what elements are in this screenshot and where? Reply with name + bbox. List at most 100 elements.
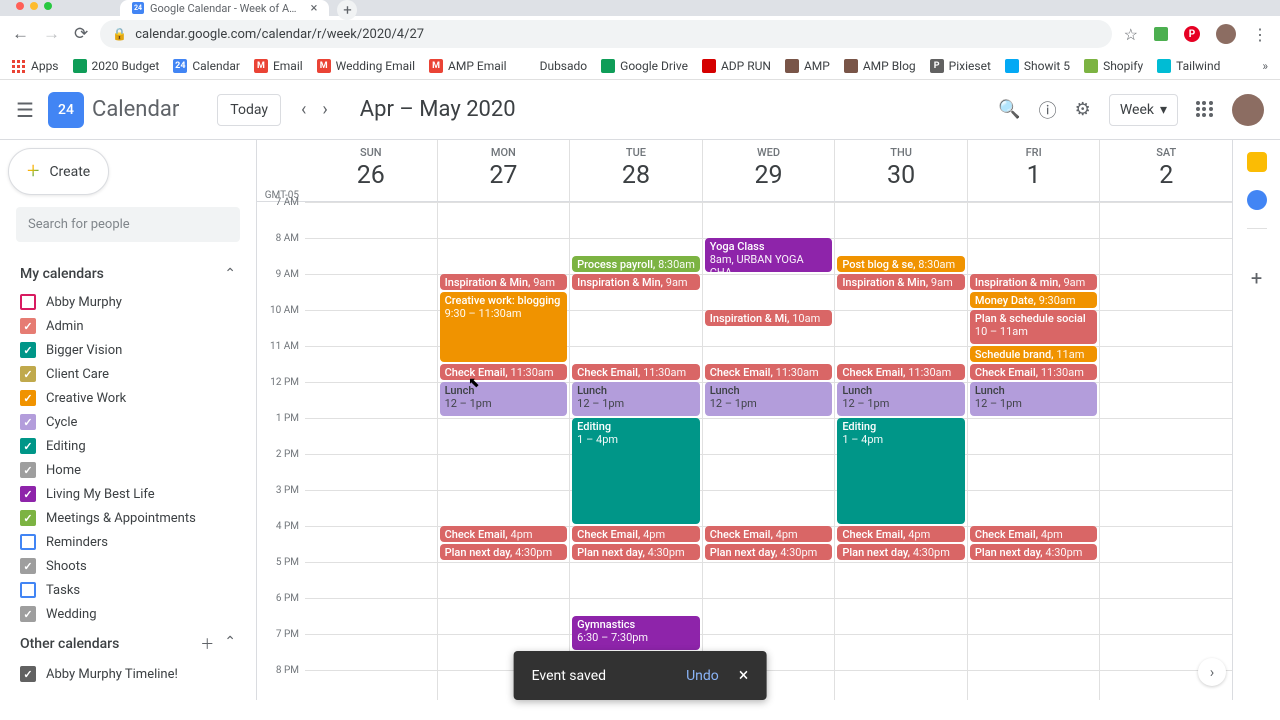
calendar-toggle[interactable]: Wedding (16, 602, 240, 626)
calendar-toggle[interactable]: Home (16, 458, 240, 482)
today-button[interactable]: Today (217, 94, 281, 126)
day-header[interactable]: WED29 (703, 140, 836, 201)
calendar-event[interactable]: Check Email, 11:30am (440, 364, 568, 380)
calendar-event[interactable]: Plan next day, 4:30pm (837, 544, 965, 560)
calendar-event[interactable]: Check Email, 4pm (837, 526, 965, 542)
extension-icon[interactable] (1154, 27, 1168, 41)
calendar-event[interactable]: Plan next day, 4:30pm (705, 544, 833, 560)
bookmark-item[interactable]: ADP RUN (702, 59, 771, 73)
calendar-event[interactable]: Lunch12 – 1pm (705, 382, 833, 416)
calendar-event[interactable]: Check Email, 11:30am (572, 364, 700, 380)
day-header[interactable]: THU30 (835, 140, 968, 201)
calendar-event[interactable]: Process payroll, 8:30am (572, 256, 700, 272)
back-icon[interactable]: ← (12, 24, 29, 44)
calendar-event[interactable]: Yoga Class8am, URBAN YOGA CHA (705, 238, 833, 272)
calendar-event[interactable]: Check Email, 11:30am (837, 364, 965, 380)
calendar-event[interactable]: Lunch12 – 1pm (970, 382, 1098, 416)
bookmark-item[interactable]: MAMP Email (429, 59, 507, 73)
reload-icon[interactable]: ⟳ (74, 24, 88, 44)
day-column[interactable] (305, 202, 438, 700)
view-dropdown[interactable]: Week ▾ (1109, 94, 1178, 126)
calendar-event[interactable]: Inspiration & Mi, 10am (705, 310, 833, 326)
browser-tab[interactable]: 24 Google Calendar - Week of A… × (120, 0, 329, 16)
other-calendars-header[interactable]: Other calendars ＋⌃ (16, 626, 240, 662)
calendar-event[interactable]: Lunch12 – 1pm (837, 382, 965, 416)
day-column[interactable]: Process payroll, 8:30amInspiration & Min… (570, 202, 703, 700)
profile-avatar-icon[interactable] (1216, 24, 1236, 44)
calendar-event[interactable]: Inspiration & min, 9am (970, 274, 1098, 290)
apps-bookmark[interactable]: Apps (12, 59, 59, 73)
calendar-event[interactable]: Plan next day, 4:30pm (970, 544, 1098, 560)
bookmark-item[interactable]: Google Drive (601, 59, 688, 73)
main-menu-icon[interactable]: ☰ (16, 98, 40, 122)
google-apps-icon[interactable] (1196, 101, 1214, 119)
calendar-toggle[interactable]: Client Care (16, 362, 240, 386)
calendar-event[interactable]: Inspiration & Min, 9am (440, 274, 568, 290)
calendar-event[interactable]: Editing1 – 4pm (572, 418, 700, 524)
day-header[interactable]: FRI1 (968, 140, 1101, 201)
calendar-event[interactable]: Check Email, 4pm (705, 526, 833, 542)
close-icon[interactable]: × (311, 1, 318, 16)
bookmark-item[interactable]: MWedding Email (317, 59, 415, 73)
window-maximize-icon[interactable] (44, 2, 52, 10)
pinterest-icon[interactable]: P (1184, 26, 1200, 42)
days-columns[interactable]: Inspiration & Min, 9am Creative work: blo… (305, 202, 1232, 700)
url-input[interactable]: 🔒 calendar.google.com/calendar/r/week/20… (100, 20, 1111, 48)
calendar-toggle[interactable]: Living My Best Life (16, 482, 240, 506)
bookmark-item[interactable]: Showit 5 (1005, 59, 1070, 73)
keep-icon[interactable] (1247, 152, 1267, 172)
close-icon[interactable]: × (739, 665, 749, 686)
calendar-event[interactable]: Check Email, 11:30am (705, 364, 833, 380)
day-header[interactable]: SUN26 (305, 140, 438, 201)
calendar-toggle[interactable]: Tasks (16, 578, 240, 602)
add-addon-icon[interactable]: + (1251, 266, 1262, 290)
day-column[interactable] (1100, 202, 1232, 700)
bookmark-item[interactable]: Dubsado (521, 59, 588, 73)
forward-icon[interactable]: → (43, 24, 60, 44)
day-column[interactable]: Yoga Class8am, URBAN YOGA CHA Inspiration… (703, 202, 836, 700)
tasks-icon[interactable] (1247, 190, 1267, 210)
prev-week-icon[interactable]: ‹ (301, 99, 306, 120)
day-column[interactable]: Inspiration & Min, 9am Creative work: blo… (438, 202, 571, 700)
day-header[interactable]: TUE28 (570, 140, 703, 201)
add-calendar-icon[interactable]: ＋ (200, 634, 214, 654)
create-button[interactable]: + Create (8, 148, 109, 195)
calendar-event[interactable]: Plan & schedule social10 – 11am (970, 310, 1098, 344)
bookmark-item[interactable]: PPixieset (930, 59, 991, 73)
bookmark-item[interactable]: Tailwind (1157, 59, 1220, 73)
calendar-toggle[interactable]: Creative Work (16, 386, 240, 410)
expand-side-panel-icon[interactable]: › (1198, 658, 1226, 686)
calendar-toggle[interactable]: Cycle (16, 410, 240, 434)
undo-button[interactable]: Undo (686, 668, 719, 684)
next-week-icon[interactable]: › (322, 99, 327, 120)
calendar-event[interactable]: Gymnastics6:30 – 7:30pm (572, 616, 700, 650)
calendar-toggle[interactable]: Abby Murphy Timeline! (16, 662, 240, 686)
calendar-event[interactable]: Check Email, 4pm (970, 526, 1098, 542)
calendar-toggle[interactable]: Abby Murphy (16, 290, 240, 314)
bookmark-item[interactable]: AMP Blog (844, 59, 916, 73)
calendar-event[interactable]: Editing1 – 4pm (837, 418, 965, 524)
calendar-event[interactable]: Post blog & se, 8:30am (837, 256, 965, 272)
calendar-event[interactable]: Check Email, 4pm (572, 526, 700, 542)
help-icon[interactable]: ⓘ (1039, 97, 1057, 123)
bookmark-item[interactable]: Shopify (1084, 59, 1143, 73)
calendar-toggle[interactable]: Shoots (16, 554, 240, 578)
calendar-event[interactable]: Plan next day, 4:30pm (440, 544, 568, 560)
calendar-event[interactable]: Creative work: blogging9:30 – 11:30am (440, 292, 568, 362)
bookmarks-overflow-icon[interactable]: » (1262, 59, 1268, 73)
day-column[interactable]: Post blog & se, 8:30amInspiration & Min,… (835, 202, 968, 700)
calendar-toggle[interactable]: Admin (16, 314, 240, 338)
bookmark-star-icon[interactable]: ☆ (1124, 25, 1138, 44)
day-header[interactable]: SAT2 (1100, 140, 1232, 201)
my-calendars-header[interactable]: My calendars ⌃ (16, 258, 240, 290)
bookmark-item[interactable]: MEmail (254, 59, 303, 73)
calendar-event[interactable]: Lunch12 – 1pm (572, 382, 700, 416)
calendar-event[interactable]: Schedule brand, 11am (970, 346, 1098, 362)
account-avatar-icon[interactable] (1232, 94, 1264, 126)
calendar-toggle[interactable]: Editing (16, 434, 240, 458)
calendar-event[interactable]: Check Email, 4pm (440, 526, 568, 542)
window-minimize-icon[interactable] (30, 2, 38, 10)
calendar-toggle[interactable]: Meetings & Appointments (16, 506, 240, 530)
day-column[interactable]: Inspiration & min, 9am Money Date, 9:30am… (968, 202, 1101, 700)
calendar-event[interactable]: Money Date, 9:30am (970, 292, 1098, 308)
